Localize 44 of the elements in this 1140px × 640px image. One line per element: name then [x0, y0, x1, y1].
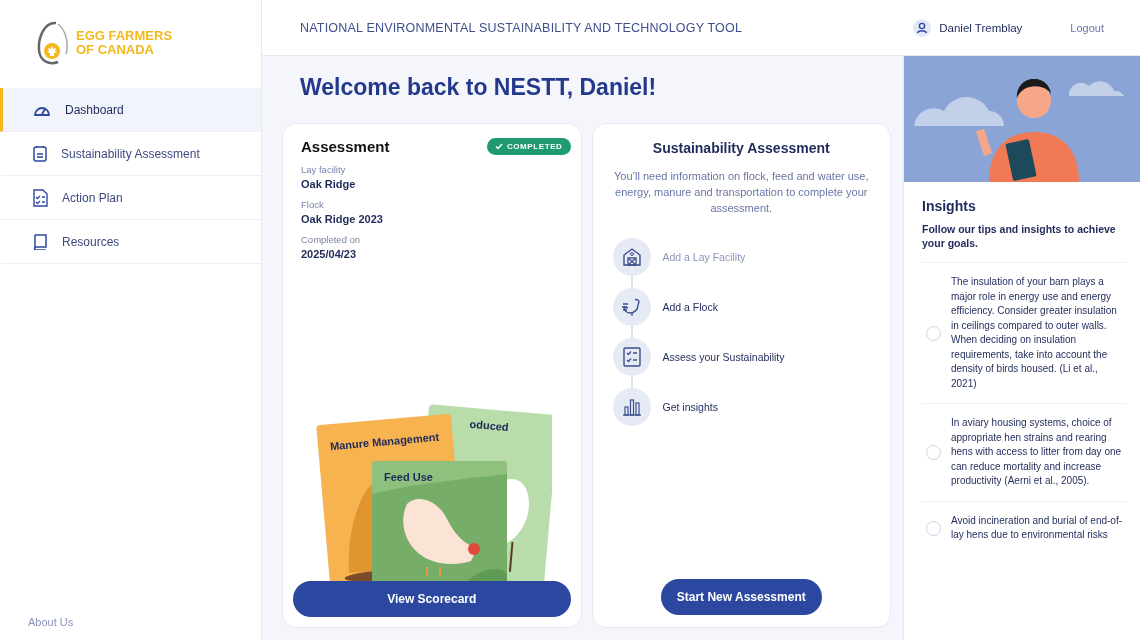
- view-scorecard-button[interactable]: View Scorecard: [293, 581, 571, 617]
- tip-radio[interactable]: [926, 444, 941, 460]
- card-title: Assessment: [301, 138, 390, 155]
- barn-icon: [621, 247, 642, 267]
- field-label: Lay facility: [301, 164, 347, 175]
- card-description: You’ll need information on flock, feed and water use, energy, manure and transportation to complete your assessment.: [612, 169, 870, 216]
- panel-subtitle: Follow our tips and insights to achieve your goals.: [922, 222, 1117, 250]
- app-title: NATIONAL ENVIRONMENTAL SUSTAINABILITY AND TECHNOLOGY TOOL: [300, 20, 744, 35]
- tip-radio[interactable]: [926, 520, 941, 536]
- field-label: Completed on: [301, 234, 362, 245]
- user-avatar-icon: [913, 18, 932, 37]
- clipboard-icon: [33, 145, 47, 162]
- field-label: Flock: [301, 199, 325, 210]
- panel-title: Insights: [922, 198, 977, 214]
- status-badge: COMPLETED: [486, 138, 571, 155]
- book-icon: [33, 233, 48, 250]
- step-label: Add a Lay Facility: [662, 251, 746, 263]
- field-value: 2025/04/23: [301, 248, 358, 260]
- egg-logo-icon: [36, 20, 70, 66]
- topic-card-title: Manure Management: [329, 430, 440, 453]
- checklist-icon: [622, 347, 641, 367]
- logo-text: EGG FARMERS: [76, 29, 173, 43]
- start-assessment-button[interactable]: Start New Assessment: [660, 579, 822, 615]
- logo-text: OF CANADA: [76, 43, 155, 57]
- sidebar-item[interactable]: Dashboard: [0, 88, 261, 132]
- bar-chart-icon: [621, 398, 642, 416]
- checklist-icon: [33, 188, 48, 207]
- step-label: Assess your Sustainability: [662, 351, 785, 363]
- field-value: Oak Ridge: [301, 178, 357, 190]
- welcome-heading: Welcome back to NESTT, Daniel!: [300, 74, 658, 101]
- topic-card-title: Feed Use: [383, 471, 433, 483]
- step-label: Get insights: [662, 401, 718, 413]
- user-name: Daniel Tremblay: [939, 21, 1023, 34]
- topic-card-title: oduced: [468, 417, 509, 434]
- tip-text: Avoid incineration and burial of end-of-lay hens due to environmental risks: [951, 513, 1124, 542]
- hen-icon: [620, 297, 643, 317]
- check-icon: [494, 143, 503, 150]
- card-title: Sustainability Assessment: [652, 140, 830, 156]
- tip-radio[interactable]: [926, 325, 941, 341]
- tip-text: In aviary housing systems, choice of appropriate hen strains and rearing hens with access to litter from day one can reduce mortality and increase productivity (Aerni et al., 2005).: [951, 416, 1123, 488]
- field-value: Oak Ridge 2023: [301, 213, 384, 225]
- tip-text: The insulation of your barn plays a major role in energy use and energy efficiency. Consider greater insulation in ceilings compared to outer walls. When deciding on insulation requirements, take into account the density of birds housed. (Li et al., 2021): [951, 275, 1118, 391]
- step-label: Add a Flock: [662, 301, 718, 313]
- logout-link[interactable]: Logout: [1070, 21, 1104, 34]
